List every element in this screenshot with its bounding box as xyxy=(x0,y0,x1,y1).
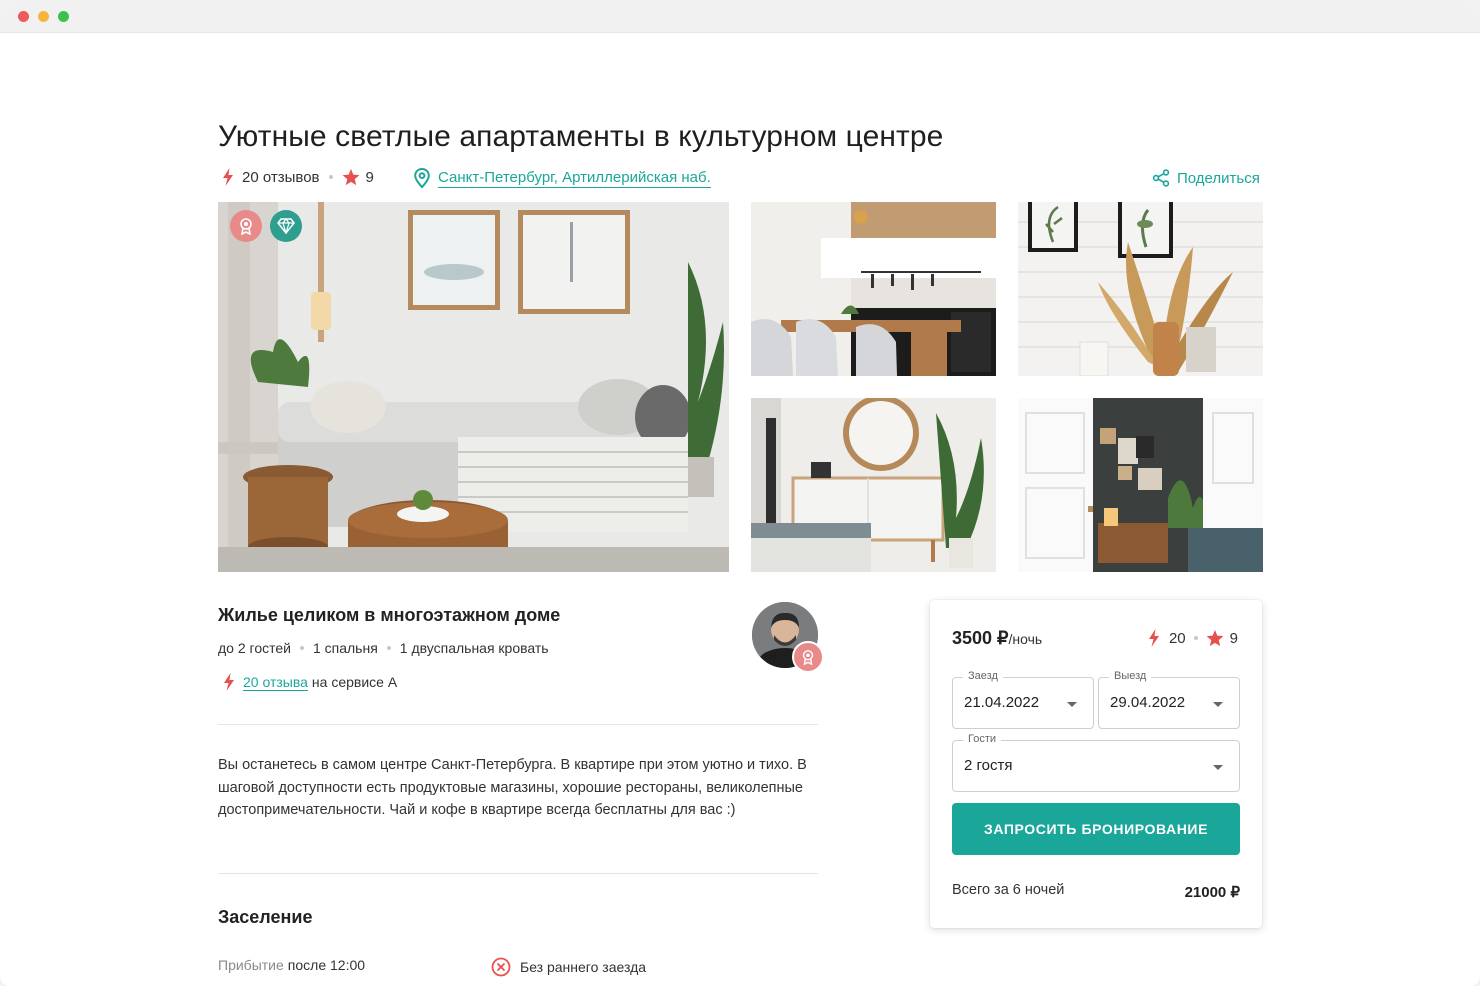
total-value: 21000 ₽ xyxy=(1184,884,1240,901)
superhost-badge[interactable] xyxy=(230,210,262,242)
property-features: до 2 гостей 1 спальня 1 двуспальная кров… xyxy=(218,640,549,656)
host-award-badge xyxy=(792,641,824,673)
early-checkin-text: Без раннего заезда xyxy=(520,959,647,975)
guests-value: 2 гостя xyxy=(964,757,1013,774)
separator-dot xyxy=(1193,636,1198,640)
location-link[interactable]: Санкт-Петербург, Артиллерийская наб. xyxy=(414,168,711,188)
feature-bedrooms: 1 спальня xyxy=(312,640,378,656)
share-label[interactable]: Поделиться xyxy=(1177,170,1260,187)
share-icon xyxy=(1152,169,1170,187)
separator-dot xyxy=(386,646,391,650)
checkout-value: 29.04.2022 xyxy=(1110,694,1186,711)
total-label: Всего за 6 ночей xyxy=(952,882,1065,898)
diamond-icon xyxy=(277,218,295,234)
guests-select[interactable]: Гости 2 гостя xyxy=(952,733,1240,792)
price-value: 3500 ₽ xyxy=(952,628,1009,648)
feature-guests: до 2 гостей xyxy=(218,640,291,656)
checkin-title: Заселение xyxy=(218,907,313,927)
share-button[interactable]: Поделиться xyxy=(1152,169,1260,187)
card-rating-value: 9 xyxy=(1229,629,1238,647)
request-booking-button[interactable]: ЗАПРОСИТЬ БРОНИРОВАНИЕ xyxy=(952,803,1240,855)
reviews-count[interactable]: 20 отзывов xyxy=(242,169,320,186)
listing-meta: 20 отзывов 9 xyxy=(222,168,374,186)
checkin-date-select[interactable]: Заезд 21.04.2022 xyxy=(952,670,1094,729)
star-icon xyxy=(342,168,359,185)
main-photo[interactable] xyxy=(218,202,729,572)
listing-title: Уютные светлые апартаменты в культурном … xyxy=(218,120,944,153)
browser-window: Уютные светлые апартаменты в культурном … xyxy=(0,0,1480,986)
checkout-label: Выезд xyxy=(1109,670,1152,682)
bolt-icon xyxy=(224,673,234,691)
reviews-link[interactable]: 20 отзыва xyxy=(243,674,308,691)
arrival-info: Прибытие после 12:00 xyxy=(218,957,365,973)
listing-description: Вы останетесь в самом центре Санкт-Петер… xyxy=(218,757,807,818)
bolt-icon xyxy=(223,168,233,186)
checkout-date-select[interactable]: Выезд 29.04.2022 xyxy=(1098,670,1240,729)
bedroom-photo[interactable] xyxy=(751,398,996,572)
card-reviews-count: 20 xyxy=(1168,629,1186,647)
maximize-window-button[interactable] xyxy=(58,11,69,22)
reviews-suffix: на сервисе А xyxy=(311,674,398,690)
award-icon xyxy=(240,218,252,235)
property-type-title: Жилье целиком в многоэтажном доме xyxy=(218,605,561,625)
bolt-icon xyxy=(1148,629,1159,647)
guests-label: Гости xyxy=(963,733,1002,745)
separator-dot xyxy=(328,175,333,179)
reviews-row: 20 отзыва на сервисе А xyxy=(223,673,397,691)
doorway-photo[interactable] xyxy=(1018,398,1263,572)
kitchen-photo[interactable] xyxy=(751,202,996,376)
divider xyxy=(218,724,818,725)
location-text[interactable]: Санкт-Петербург, Артиллерийская наб. xyxy=(438,169,711,188)
booking-card: 3500 ₽ /ночь 20 9 Заезд 21.04.2022 Выезд… xyxy=(930,600,1262,928)
price-block: 3500 ₽ /ночь xyxy=(952,628,1042,649)
window-titlebar xyxy=(0,0,1480,33)
chevron-down-icon xyxy=(1067,702,1077,707)
star-icon xyxy=(1206,629,1224,646)
premium-badge[interactable] xyxy=(270,210,302,242)
award-icon xyxy=(802,650,814,665)
checkin-value: 21.04.2022 xyxy=(964,694,1040,711)
separator-dot xyxy=(299,646,304,650)
chevron-down-icon xyxy=(1213,765,1223,770)
location-pin-icon xyxy=(414,168,430,188)
divider xyxy=(218,873,818,874)
minimize-window-button[interactable] xyxy=(38,11,49,22)
cancel-circle-icon xyxy=(491,957,511,977)
card-rating: 20 9 xyxy=(1148,629,1238,647)
close-window-button[interactable] xyxy=(18,11,29,22)
price-unit: /ночь xyxy=(1008,631,1043,647)
arrival-value: после 12:00 xyxy=(287,957,366,973)
chevron-down-icon xyxy=(1213,702,1223,707)
checkin-label: Заезд xyxy=(963,670,1003,682)
feature-beds: 1 двуспальная кровать xyxy=(399,640,549,656)
decor-photo[interactable] xyxy=(1018,202,1263,376)
rating-value: 9 xyxy=(365,168,374,186)
arrival-label: Прибытие xyxy=(218,957,284,973)
early-checkin-rule: Без раннего заезда xyxy=(491,957,646,977)
